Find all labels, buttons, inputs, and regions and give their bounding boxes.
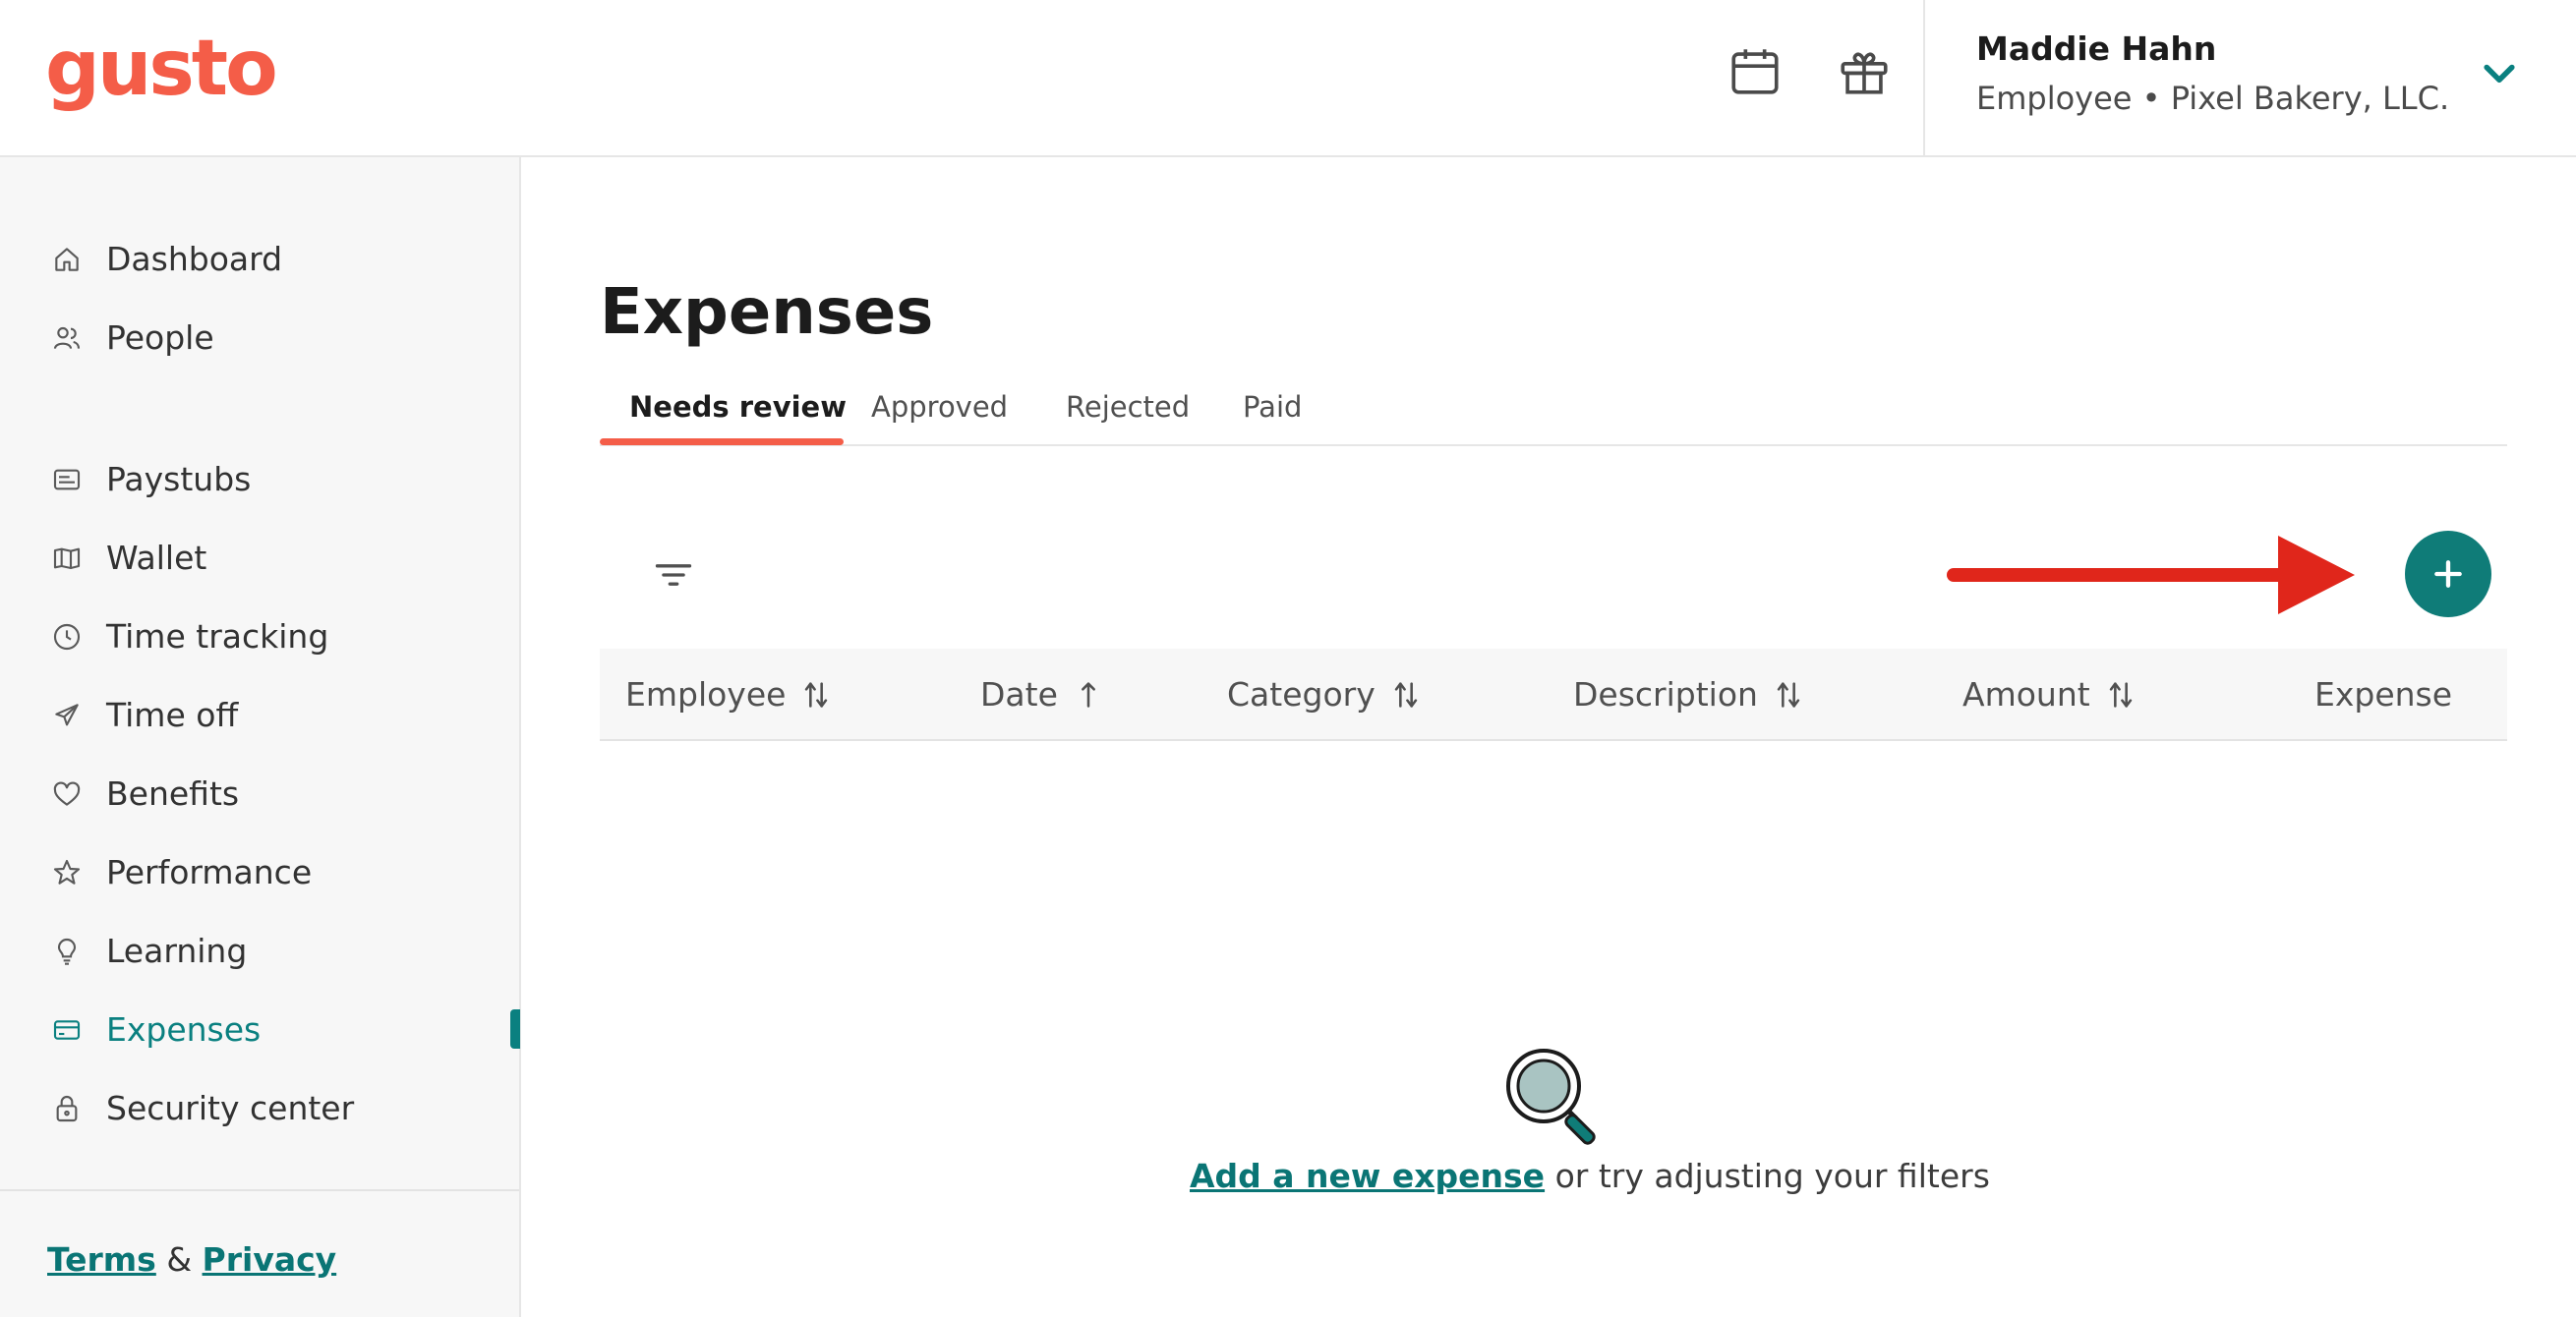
filter-icon [655,564,692,586]
sidebar-item-label: Dashboard [106,240,283,278]
empty-state-message: Add a new expense or try adjusting your … [1190,1154,1990,1199]
add-expense-button[interactable] [2405,531,2491,617]
column-label: Amount [1962,675,2090,714]
gift-button[interactable] [1835,41,1894,100]
column-label: Employee [625,675,787,714]
sidebar-item-performance[interactable]: Performance [0,838,519,907]
sidebar-item-time-tracking[interactable]: Time tracking [0,602,519,671]
sidebar-item-expenses[interactable]: Expenses [0,996,519,1064]
chevron-down-icon[interactable] [2478,51,2521,94]
column-label: Date [980,675,1058,714]
active-nav-indicator [510,1009,520,1049]
wallet-icon [49,541,85,576]
sidebar-item-people[interactable]: People [0,304,519,372]
sidebar-item-benefits[interactable]: Benefits [0,760,519,829]
sort-both-icon [1394,682,1417,708]
column-employee[interactable]: Employee [625,672,833,717]
home-icon [49,242,85,277]
sort-both-icon [805,682,828,708]
add-new-expense-link[interactable]: Add a new expense [1190,1157,1545,1195]
top-header: gusto Maddie Hahn Employee • Pixel Baker… [0,0,2576,157]
column-category[interactable]: Category [1227,672,1423,717]
magnifying-glass-icon [1506,1049,1596,1145]
sidebar-item-paystubs[interactable]: Paystubs [0,445,519,514]
card-icon [49,1012,85,1048]
tab-approved[interactable]: Approved [871,387,1008,427]
lightbulb-icon [49,934,85,969]
sidebar-item-label: Security center [106,1089,355,1127]
calendar-icon [1731,49,1779,94]
column-label: Category [1227,675,1376,714]
sort-both-icon [2109,682,2132,708]
sidebar-item-label: Paystubs [106,460,252,498]
logo-text: gusto [45,25,278,113]
sort-ascending-icon [1081,682,1095,708]
tab-rejected[interactable]: Rejected [1066,387,1190,427]
sidebar-item-label: Benefits [106,774,240,813]
column-expense: Expense [2314,672,2452,717]
sidebar-item-label: People [106,318,214,357]
column-label: Description [1573,675,1758,714]
expenses-table-header: Employee Date Category Description Amoun… [600,649,2507,741]
legal-separator: & [166,1240,193,1279]
sidebar-item-label: Learning [106,932,248,970]
sidebar-item-dashboard[interactable]: Dashboard [0,225,519,294]
sidebar-item-security-center[interactable]: Security center [0,1074,519,1143]
active-tab-indicator [600,438,844,445]
calendar-button[interactable] [1726,41,1785,100]
sidebar-item-label: Wallet [106,539,207,577]
filter-button[interactable] [649,550,698,600]
user-company[interactable]: Employee • Pixel Bakery, LLC. [1976,77,2449,120]
sidebar-item-label: Performance [106,853,313,891]
lock-icon [49,1091,85,1126]
sidebar-divider [0,1189,519,1191]
legal-links: Terms & Privacy [47,1238,336,1282]
sidebar-item-label: Expenses [106,1010,262,1049]
sidebar-item-wallet[interactable]: Wallet [0,524,519,593]
plus-icon [2434,560,2462,588]
sidebar-item-label: Time tracking [106,617,329,656]
column-label: Expense [2314,675,2453,714]
gift-icon [1841,52,1888,94]
star-icon [49,855,85,890]
column-description[interactable]: Description [1573,672,1805,717]
gusto-logo[interactable]: gusto [45,22,278,116]
terms-link[interactable]: Terms [47,1240,156,1279]
page-title: Expenses [600,276,934,349]
plane-icon [49,698,85,733]
annotation-arrow [1947,536,2355,614]
heart-icon [49,776,85,812]
tab-needs-review[interactable]: Needs review [629,387,847,427]
column-amount[interactable]: Amount [1962,672,2137,717]
sidebar: Dashboard People Paystubs Wallet Time tr… [0,157,521,1317]
paystub-icon [49,462,85,497]
people-icon [49,320,85,356]
empty-state-rest: or try adjusting your filters [1545,1157,1990,1195]
sidebar-item-time-off[interactable]: Time off [0,681,519,750]
tab-paid[interactable]: Paid [1243,387,1302,427]
header-divider [1923,0,1925,157]
sidebar-item-label: Time off [106,696,239,734]
sidebar-item-learning[interactable]: Learning [0,917,519,986]
clock-icon [49,619,85,655]
expense-tabs: Needs review Approved Rejected Paid [600,381,2507,446]
column-date[interactable]: Date [980,672,1105,717]
sort-both-icon [1777,682,1800,708]
privacy-link[interactable]: Privacy [203,1240,337,1279]
user-name[interactable]: Maddie Hahn [1976,28,2216,71]
